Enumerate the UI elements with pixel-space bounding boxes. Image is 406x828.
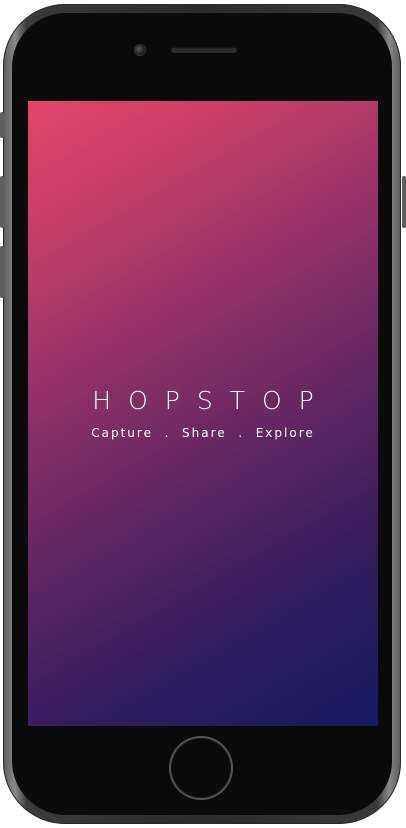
power-button[interactable] [402,176,406,228]
app-logo-wordmark: HOPSTOP [92,386,331,415]
splash-screen: HOPSTOP Capture . Share . Explore [28,101,378,726]
front-camera-icon [135,45,145,55]
home-button[interactable] [171,738,231,798]
mute-switch[interactable] [0,112,4,138]
app-tagline: Capture . Share . Explore [91,426,315,440]
earpiece-speaker [171,47,237,53]
volume-up-button[interactable] [0,176,4,228]
volume-down-button[interactable] [0,246,4,298]
